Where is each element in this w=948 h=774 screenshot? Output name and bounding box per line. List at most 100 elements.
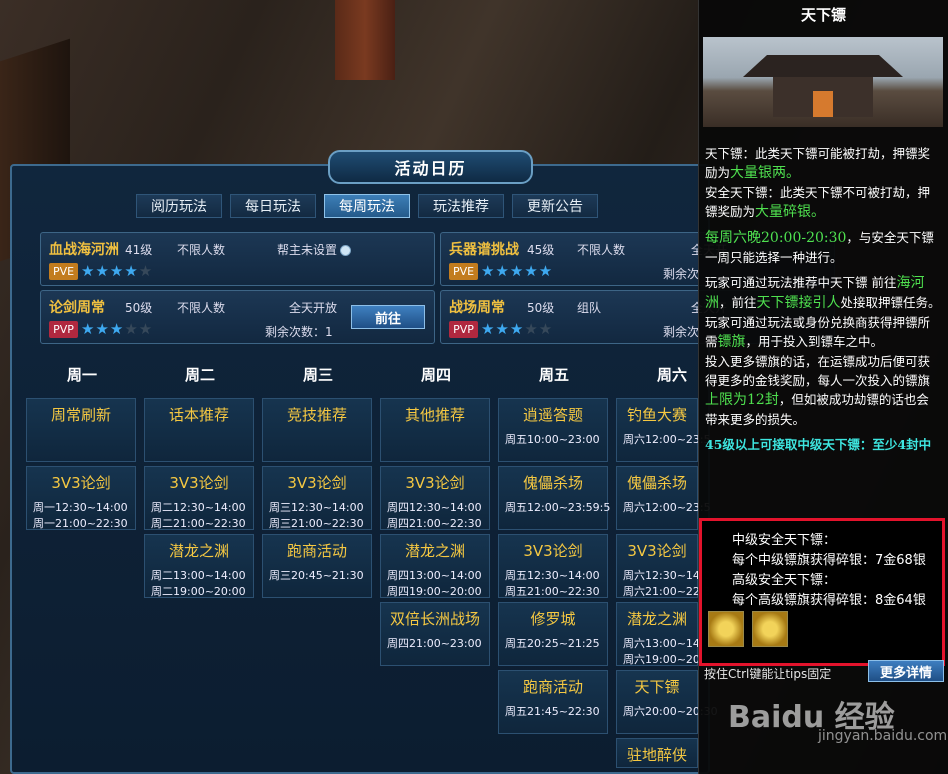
activity-remaining: 剩余次数：1 — [265, 325, 333, 339]
schedule-time: 周一12:30~14:00 — [33, 501, 128, 514]
activity-name: 战场周常 — [449, 300, 505, 316]
activity-people: 组队 — [577, 301, 602, 315]
highlighted-reward-info: 中级安全天下镖： 每个中级镖旗获得碎银：7金68银 高级安全天下镖： 每个高级镖… — [699, 518, 945, 666]
schedule-cell[interactable]: 潜龙之渊周二13:00~14:00 周二19:00~20:00 — [144, 534, 254, 598]
schedule-time: 周三21:00~22:30 — [269, 517, 364, 530]
tab-announcement[interactable]: 更新公告 — [512, 194, 598, 218]
schedule-time: 周四19:00~20:00 — [387, 585, 482, 598]
activity-name: 论剑周常 — [49, 300, 105, 316]
day-header-thu: 周四 — [420, 366, 451, 384]
activity-level: 45级 — [527, 243, 555, 257]
coin-reward-icon[interactable] — [708, 611, 744, 647]
difficulty-stars: ★★★★★ — [481, 262, 554, 280]
pvp-badge: PVP — [449, 321, 478, 338]
pvp-badge: PVP — [49, 321, 78, 338]
schedule-activity-name: 竞技推荐 — [286, 406, 347, 424]
go-button[interactable]: 前往 — [351, 305, 425, 329]
coin-reward-icon[interactable] — [752, 611, 788, 647]
schedule-activity-name: 驻地醉侠 — [626, 746, 687, 764]
activity-people: 不限人数 — [177, 301, 226, 315]
schedule-cell[interactable]: 3V3论剑 周六12:30~14:0 周六21:00~22:3 — [616, 534, 711, 598]
schedule-cell[interactable]: 钓鱼大赛 周六12:00~23:5 — [616, 398, 711, 462]
reward-line: 中级安全天下镖： — [732, 533, 837, 548]
schedule-activity-name: 跑商活动 — [286, 542, 347, 560]
schedule-cell[interactable]: 修罗城周五20:25~21:25 — [498, 602, 608, 666]
activity-people: 不限人数 — [177, 243, 226, 257]
activity-level: 50级 — [527, 301, 555, 315]
day-header-wed: 周三 — [302, 366, 333, 384]
schedule-time: 周二12:30~14:00 — [151, 501, 246, 514]
schedule-activity-name: 跑商活动 — [522, 678, 583, 696]
schedule-cell[interactable]: 3V3论剑 周二12:30~14:00 周二21:00~22:30 — [144, 466, 254, 530]
schedule-cell[interactable]: 3V3论剑周三12:30~14:00 周三21:00~22:30 — [262, 466, 372, 530]
activity-remaining: 剩余次 — [663, 267, 700, 281]
activity-card[interactable]: 论剑周常 50级 不限人数 全天开放 PVP ★★★★★ 剩余次数：1 前往 — [40, 290, 435, 344]
schedule-cell[interactable]: 傀儡杀场 周五12:00~23:59:5 — [498, 466, 610, 530]
activity-open-time: 全天开放 — [289, 301, 338, 315]
schedule-time: 周五12:30~14:00 — [505, 569, 600, 582]
schedule-activity-name: 其他推荐 — [404, 406, 465, 424]
schedule-activity-name: 修罗城 — [530, 610, 576, 628]
watermark-url: jingyan.baidu.com — [818, 728, 948, 744]
schedule-activity-name: 3V3论剑 — [627, 542, 687, 560]
window-title: 活动日历 — [328, 150, 533, 184]
schedule-cell[interactable]: 3V3论剑 周一12:30~14:00 周一21:00~22:30 — [26, 466, 136, 530]
schedule-activity-name: 3V3论剑 — [169, 474, 229, 492]
schedule-cell[interactable]: 3V3论剑周五12:30~14:00 周五21:00~22:30 — [498, 534, 608, 598]
schedule-cell[interactable]: 其他推荐 — [380, 398, 490, 462]
schedule-cell[interactable]: 跑商活动周三20:45~21:30 — [262, 534, 372, 598]
more-details-button[interactable]: 更多详情 — [868, 660, 944, 682]
difficulty-stars: ★★★★★ — [81, 320, 154, 338]
schedule-activity-name: 双倍长洲战场 — [389, 610, 480, 628]
day-header-tue: 周二 — [184, 366, 215, 384]
schedule-cell[interactable]: 竞技推荐 — [262, 398, 372, 462]
schedule-time: 周二13:00~14:00 — [151, 569, 246, 582]
schedule-time: 周二19:00~20:00 — [151, 585, 246, 598]
difficulty-stars: ★★★★★ — [481, 320, 554, 338]
schedule-time: 周五21:00~22:30 — [505, 585, 600, 598]
schedule-cell[interactable]: 傀儡杀场 周六12:00~23:5 — [616, 466, 711, 530]
schedule-activity-name: 傀儡杀场 — [522, 474, 583, 492]
schedule-cell[interactable]: 话本推荐 — [144, 398, 254, 462]
schedule-activity-name: 3V3论剑 — [51, 474, 111, 492]
schedule-time: 周四12:30~14:00 — [387, 501, 482, 514]
schedule-cell[interactable]: 双倍长洲战场周四21:00~23:00 — [380, 602, 490, 666]
schedule-activity-name: 话本推荐 — [168, 406, 229, 424]
activity-level: 41级 — [125, 243, 153, 257]
reward-line: 每个高级镖旗获得碎银：8金64银 — [732, 593, 926, 608]
difficulty-stars: ★★★★★ — [81, 262, 154, 280]
schedule-cell[interactable]: 跑商活动 周五21:45~22:30 — [498, 670, 608, 734]
schedule-time: 周五20:25~21:25 — [505, 637, 600, 650]
schedule-cell[interactable]: 3V3论剑 周四12:30~14:00 周四21:00~22:30 — [380, 466, 490, 530]
schedule-activity-name: 3V3论剑 — [287, 474, 347, 492]
schedule-activity-name: 潜龙之渊 — [404, 542, 465, 560]
background-column — [335, 0, 395, 80]
schedule-cell[interactable]: 逍遥答题 周五10:00~23:00 — [498, 398, 608, 462]
activity-card[interactable]: 血战海河洲 41级 不限人数 帮主未设置 PVE ★★★★★ — [40, 232, 435, 286]
day-header-fri: 周五 — [538, 366, 569, 384]
schedule-cell[interactable]: 周常刷新 — [26, 398, 136, 462]
schedule-cell[interactable]: 驻地醉侠 — [616, 738, 698, 768]
tab-recommend[interactable]: 玩法推荐 — [418, 194, 504, 218]
reward-line: 每个中级镖旗获得碎银：7金68银 — [732, 553, 926, 568]
tooltip-hint: 按住Ctrl键能让tips固定 — [704, 667, 832, 681]
schedule-activity-name: 潜龙之渊 — [168, 542, 229, 560]
clock-icon — [340, 245, 352, 256]
schedule-activity-name: 周常刷新 — [50, 406, 111, 424]
schedule-cell[interactable]: 潜龙之渊 周四13:00~14:00 周四19:00~20:00 — [380, 534, 490, 598]
schedule-cell[interactable]: 天下镖 周六20:00~20:30 — [616, 670, 718, 734]
schedule-time: 周四21:00~23:00 — [387, 637, 482, 650]
tab-weekly[interactable]: 每周玩法 — [324, 194, 410, 218]
tab-daily[interactable]: 每日玩法 — [230, 194, 316, 218]
schedule-activity-name: 3V3论剑 — [523, 542, 583, 560]
tooltip-title: 天下镖 — [800, 6, 846, 24]
schedule-cell[interactable]: 潜龙之渊 周六13:00~14:0 周六19:00~20:0 — [616, 602, 711, 666]
schedule-time: 周三12:30~14:00 — [269, 501, 364, 514]
schedule-time: 周三20:45~21:30 — [269, 569, 364, 582]
schedule-activity-name: 潜龙之渊 — [626, 610, 687, 628]
schedule-time: 周五10:00~23:00 — [505, 433, 600, 446]
activity-name: 兵器谱挑战 — [449, 242, 519, 258]
schedule-activity-name: 3V3论剑 — [405, 474, 465, 492]
schedule-activity-name: 傀儡杀场 — [626, 474, 687, 492]
tab-yueli[interactable]: 阅历玩法 — [136, 194, 222, 218]
